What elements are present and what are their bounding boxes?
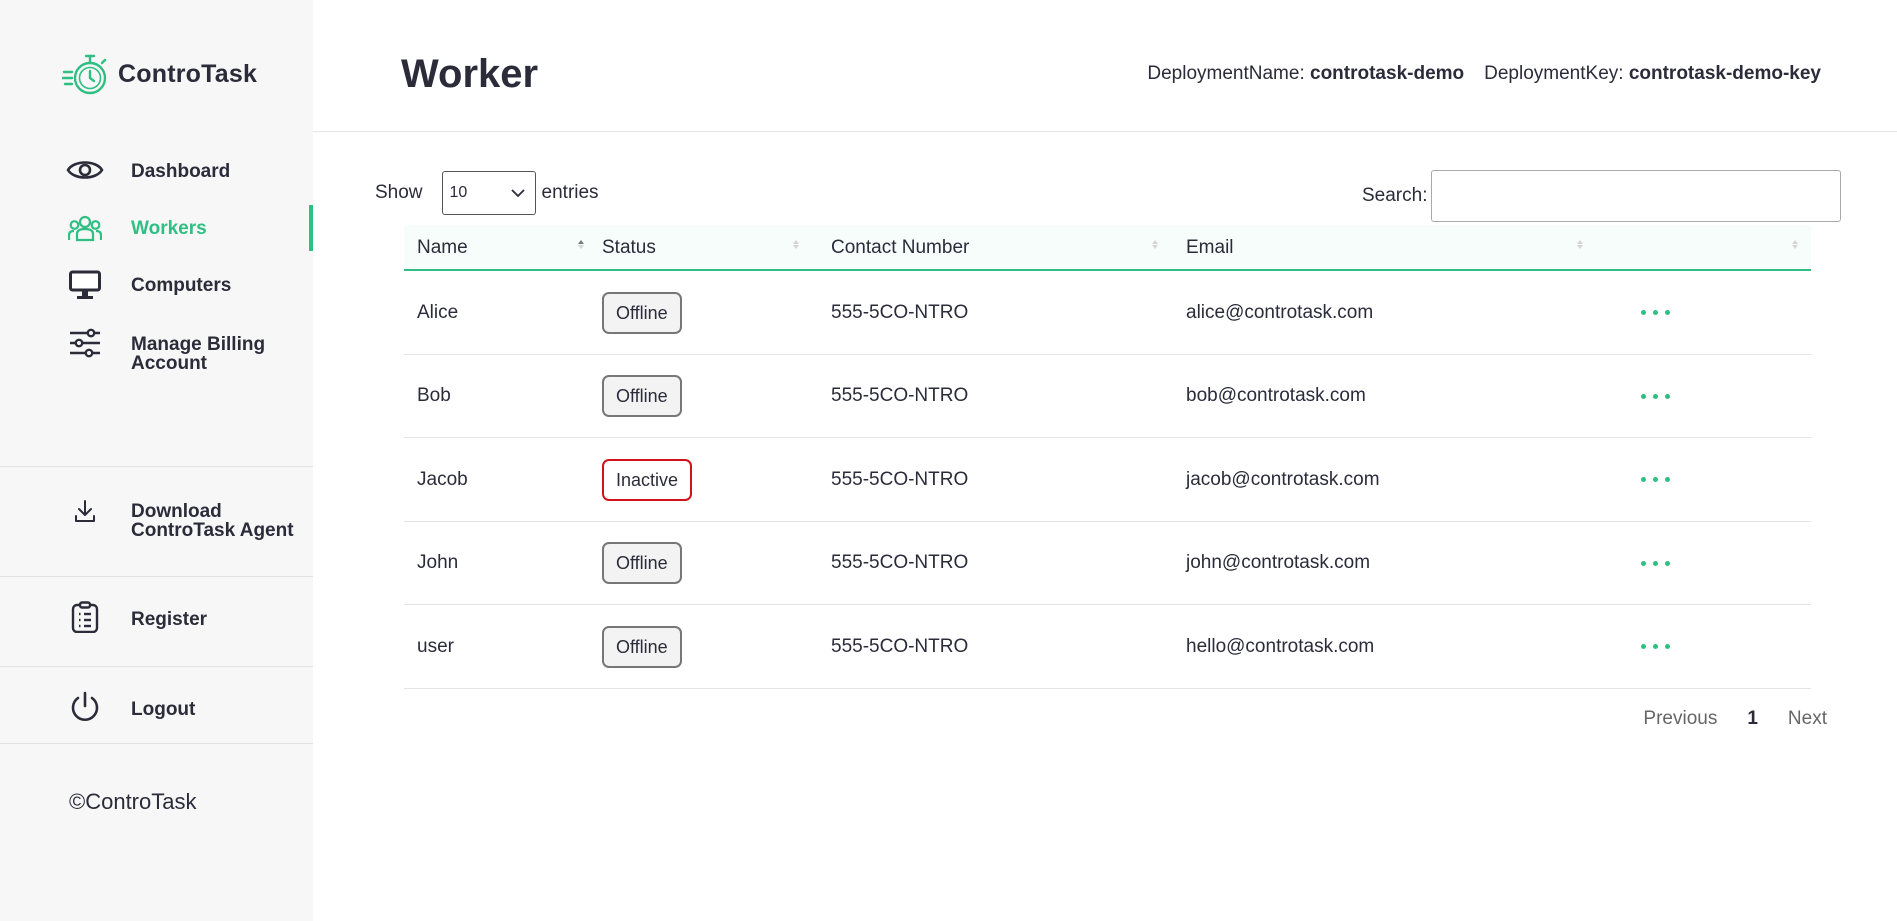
monitor-icon: [66, 268, 104, 302]
cell-contact: 555-5CO-NTRO: [831, 552, 969, 573]
deployment-key: DeploymentKey: controtask-demo-key: [1484, 63, 1821, 84]
clipboard-icon: [66, 600, 104, 634]
cell-name: Bob: [417, 385, 451, 406]
sidebar-item-label: Download ControTask Agent: [131, 501, 294, 541]
active-indicator: [309, 205, 313, 251]
column-header-actions[interactable]: [1604, 225, 1804, 271]
divider: [0, 576, 313, 577]
divider: [0, 743, 313, 744]
table-header: Name Status Contact Number Email: [404, 225, 1811, 271]
users-icon: [66, 211, 104, 245]
pagination: Previous 1 Next: [1643, 708, 1827, 730]
page-1-button[interactable]: 1: [1747, 708, 1758, 730]
search-label: Search:: [1362, 185, 1428, 206]
cell-name: Alice: [417, 301, 459, 323]
status-badge: Offline: [602, 625, 682, 668]
more-options-icon[interactable]: [1641, 393, 1670, 399]
table-row: user Offline 555-5CO-NTRO hello@controta…: [404, 605, 1811, 689]
status-badge: Offline: [602, 291, 682, 334]
column-header-email[interactable]: Email: [1186, 225, 1586, 271]
status-badge: Offline: [602, 375, 682, 417]
entries-value: 10: [449, 184, 468, 201]
entries-label: entries: [541, 182, 599, 203]
sidebar-item-label: Register: [131, 609, 208, 630]
cell-email: alice@controtask.com: [1186, 301, 1374, 323]
cell-contact: 555-5CO-NTRO: [831, 301, 969, 323]
table-row: John Offline 555-5CO-NTRO john@controtas…: [404, 522, 1811, 605]
sort-icon: [577, 239, 585, 253]
entries-length-control: Show 10 entries: [375, 171, 599, 215]
search-input[interactable]: [1431, 170, 1842, 222]
more-options-icon[interactable]: [1641, 310, 1670, 315]
cell-name: user: [417, 635, 454, 657]
sidebar-item-label: Computers: [131, 275, 232, 296]
app-name: ControTask: [118, 59, 258, 88]
cell-contact: 555-5CO-NTRO: [831, 468, 969, 490]
column-header-contact[interactable]: Contact Number: [831, 225, 1171, 271]
sidebar-item-workers[interactable]: Workers: [66, 211, 207, 245]
table-row: Alice Offline 555-5CO-NTRO alice@controt…: [404, 271, 1811, 355]
column-header-name[interactable]: Name: [417, 225, 587, 271]
cell-contact: 555-5CO-NTRO: [831, 385, 969, 406]
next-page-button[interactable]: Next: [1788, 708, 1827, 730]
cell-email: bob@controtask.com: [1186, 385, 1366, 406]
copyright-text: ©ControTask: [69, 789, 197, 814]
sidebar-item-logout[interactable]: Logout: [66, 690, 195, 724]
chevron-down-icon: [510, 188, 525, 197]
app-logo[interactable]: ControTask: [62, 50, 257, 98]
show-label: Show: [375, 182, 423, 203]
sidebar-item-label: Dashboard: [131, 161, 231, 182]
eye-icon: [66, 153, 104, 187]
cell-email: hello@controtask.com: [1186, 635, 1375, 657]
sidebar-item-label: Manage Billing Account: [131, 334, 266, 374]
sidebar-item-register[interactable]: Register: [66, 600, 207, 634]
sliders-icon: [66, 326, 104, 360]
page-header: Worker DeploymentName: controtask-demo D…: [313, 0, 1897, 132]
sidebar: ControTask Dashboard Workers Computers M…: [0, 0, 313, 921]
table-row: Jacob Inactive 555-5CO-NTRO jacob@contro…: [404, 438, 1811, 522]
sidebar-item-manage-billing[interactable]: Manage Billing Account: [66, 326, 281, 373]
cell-name: Jacob: [417, 468, 468, 490]
more-options-icon[interactable]: [1641, 560, 1670, 566]
sidebar-item-label: Workers: [131, 218, 207, 239]
more-options-icon[interactable]: [1641, 477, 1670, 482]
divider: [0, 466, 313, 467]
sidebar-item-dashboard[interactable]: Dashboard: [66, 153, 230, 187]
search-control: Search:: [1362, 170, 1842, 222]
divider: [0, 666, 313, 667]
status-badge: Offline: [602, 542, 682, 584]
column-header-status[interactable]: Status: [602, 225, 802, 271]
workers-table: Name Status Contact Number Email Alice O…: [404, 225, 1811, 689]
entries-select[interactable]: 10: [441, 171, 536, 215]
sort-icon: [1151, 239, 1159, 253]
deployment-name: DeploymentName: controtask-demo: [1147, 63, 1465, 84]
cell-contact: 555-5CO-NTRO: [831, 635, 969, 657]
stopwatch-logo-icon: [62, 54, 107, 95]
table-row: Bob Offline 555-5CO-NTRO bob@controtask.…: [404, 355, 1811, 438]
sidebar-item-computers[interactable]: Computers: [66, 268, 231, 302]
previous-page-button[interactable]: Previous: [1643, 708, 1717, 730]
cell-name: John: [417, 552, 459, 573]
page-title: Worker: [401, 52, 539, 96]
power-icon: [66, 690, 104, 724]
more-options-icon[interactable]: [1641, 644, 1670, 649]
cell-email: jacob@controtask.com: [1186, 468, 1380, 490]
download-icon: [66, 494, 104, 528]
sort-icon: [792, 239, 800, 253]
sidebar-item-download-agent[interactable]: Download ControTask Agent: [66, 494, 301, 540]
sort-icon: [1576, 239, 1584, 253]
cell-email: john@controtask.com: [1186, 552, 1371, 573]
sort-icon: [1791, 239, 1799, 253]
status-badge: Inactive: [602, 458, 693, 501]
sidebar-item-label: Logout: [131, 699, 196, 720]
deployment-info: DeploymentName: controtask-demo Deployme…: [1147, 63, 1821, 85]
